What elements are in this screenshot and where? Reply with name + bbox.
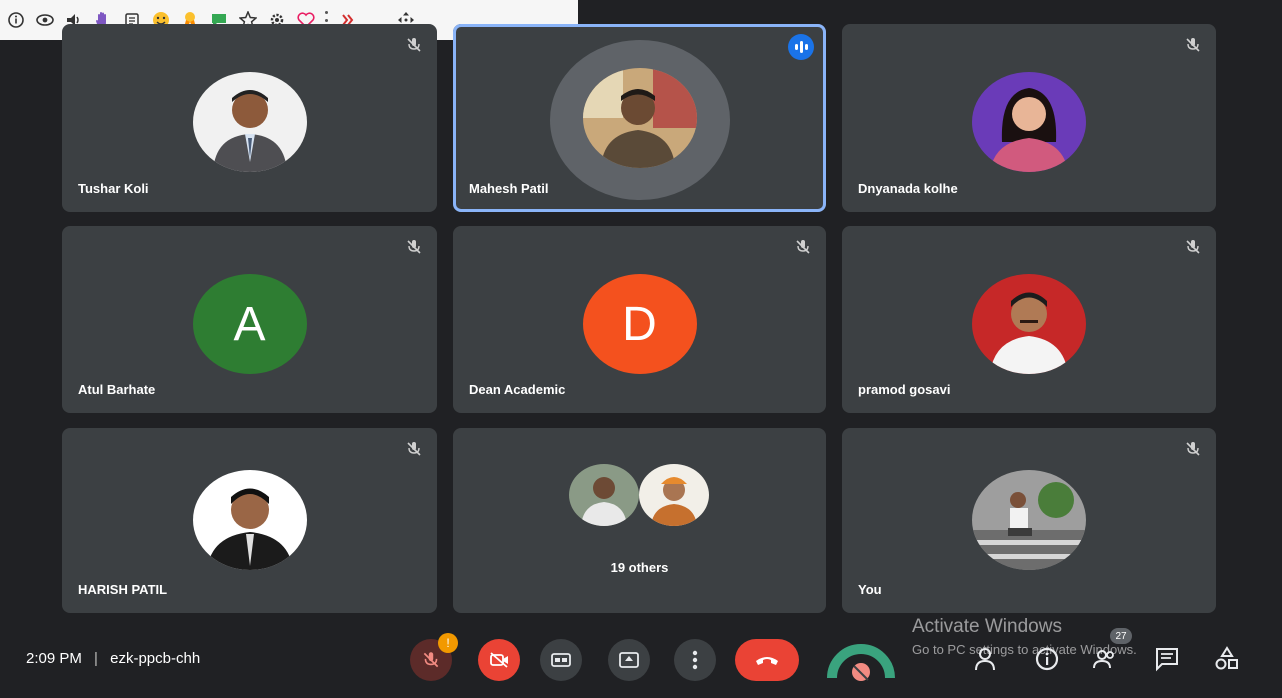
info-icon[interactable] — [6, 10, 26, 30]
camera-toggle-button[interactable] — [478, 639, 520, 681]
participant-name: Tushar Koli — [78, 181, 149, 196]
participant-name: HARISH PATIL — [78, 582, 168, 597]
activities-icon[interactable] — [1214, 646, 1240, 672]
others-count: 19 others — [610, 560, 669, 575]
participant-name: You — [858, 582, 882, 597]
participant-tile-you[interactable]: You — [842, 428, 1216, 613]
avatar — [972, 274, 1086, 374]
mic-toggle-button[interactable]: ! — [410, 633, 458, 681]
avatar — [972, 470, 1086, 570]
avatar-letter: A — [192, 274, 307, 374]
network-status-icon — [824, 628, 898, 688]
meeting-info-icon[interactable] — [1034, 646, 1060, 672]
mic-off-icon — [407, 240, 421, 254]
mic-off-icon — [1186, 442, 1200, 456]
mic-off-icon — [407, 38, 421, 52]
meeting-details: 2:09 PM | ezk-ppcb-chh — [26, 650, 200, 667]
participant-name: Dnyanada kolhe — [858, 181, 958, 196]
meeting-controls-bar: 2:09 PM | ezk-ppcb-chh ! Activate Window… — [0, 616, 1282, 698]
meeting-separator: | — [94, 650, 98, 667]
mic-off-icon — [796, 240, 810, 254]
people-count-badge: 27 — [1110, 628, 1132, 644]
meeting-time: 2:09 PM — [26, 650, 82, 667]
participant-name: Dean Academic — [469, 382, 566, 397]
participant-tile-tushar-koli[interactable]: Tushar Koli — [62, 24, 437, 212]
mic-warning-badge: ! — [438, 633, 458, 653]
participant-tile-dnyanada-kolhe[interactable]: Dnyanada kolhe — [842, 24, 1216, 212]
meeting-code[interactable]: ezk-ppcb-chh — [110, 650, 200, 667]
eye-icon[interactable] — [35, 10, 55, 30]
participant-name: Atul Barhate — [78, 382, 156, 397]
participant-tile-dean-academic[interactable]: D Dean Academic — [453, 226, 826, 413]
participant-tile-harish-patil[interactable]: HARISH PATIL — [62, 428, 437, 613]
hang-up-icon — [756, 657, 778, 665]
participant-tile-mahesh-patil[interactable]: Mahesh Patil — [453, 24, 826, 212]
more-options-button[interactable] — [674, 639, 716, 681]
mic-off-icon — [423, 652, 439, 668]
participant-name: pramod gosavi — [858, 382, 951, 397]
more-vert-icon — [692, 650, 698, 670]
avatar — [639, 464, 709, 526]
participant-tile-atul-barhate[interactable]: A Atul Barhate — [62, 226, 437, 413]
present-button[interactable] — [608, 639, 650, 681]
participant-tile-others[interactable]: 19 others — [453, 428, 826, 613]
avatar — [569, 464, 639, 526]
participant-tile-pramod-gosavi[interactable]: pramod gosavi — [842, 226, 1216, 413]
leave-call-button[interactable] — [735, 639, 799, 681]
mic-off-icon — [407, 442, 421, 456]
captions-button[interactable] — [540, 639, 582, 681]
participant-name: Mahesh Patil — [469, 181, 549, 196]
avatar — [582, 68, 697, 168]
avatar — [972, 72, 1086, 172]
hand-raise-icon[interactable] — [972, 646, 998, 672]
camera-off-icon — [490, 652, 508, 668]
speaking-indicator-icon — [788, 34, 814, 60]
mic-off-icon — [1186, 240, 1200, 254]
avatar — [192, 72, 307, 172]
avatar-letter: D — [582, 274, 697, 374]
people-icon[interactable] — [1092, 646, 1118, 672]
present-screen-icon — [619, 652, 639, 668]
captions-icon — [551, 653, 571, 667]
mic-off-icon — [1186, 38, 1200, 52]
chat-icon[interactable] — [1154, 646, 1180, 672]
avatar — [192, 470, 307, 570]
watermark-title: Activate Windows — [912, 616, 1062, 637]
